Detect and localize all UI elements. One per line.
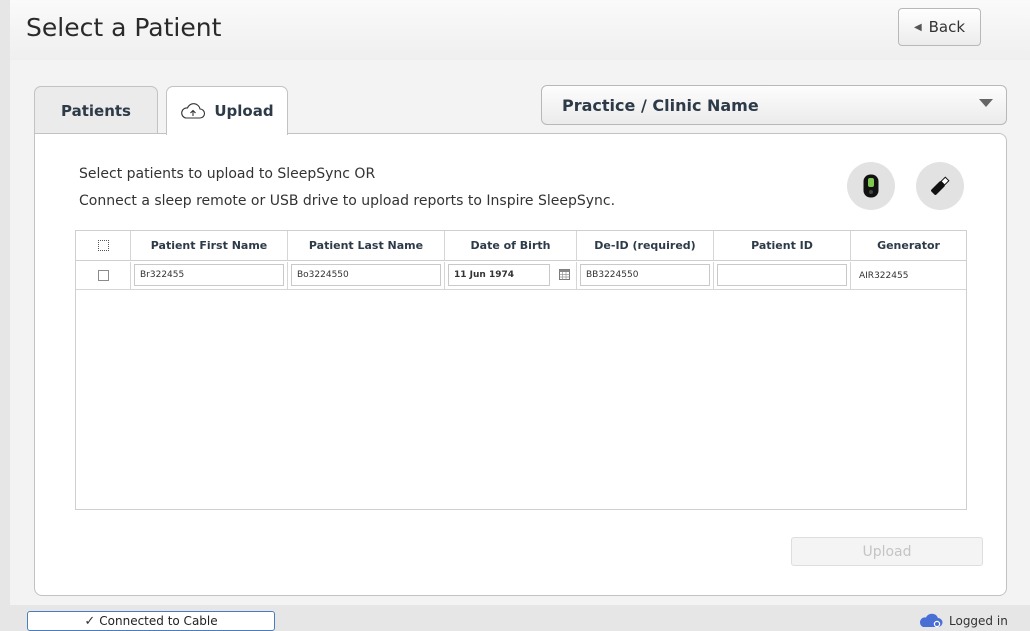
dob-field[interactable]: 11 Jun 1974 xyxy=(448,264,550,286)
status-bar: ✓ Connected to Cable Logged in xyxy=(0,605,1030,631)
cloud-upload-icon xyxy=(180,102,206,120)
sleep-remote-icon xyxy=(863,174,879,198)
connection-status: ✓ Connected to Cable xyxy=(27,611,275,631)
table-row: Br322455 Bo3224550 11 Jun 1974 BB3224550 xyxy=(76,262,966,290)
column-header[interactable]: Patient Last Name xyxy=(288,231,445,260)
column-header[interactable]: Date of Birth xyxy=(445,231,577,260)
tab-upload-label: Upload xyxy=(214,102,274,120)
practice-clinic-select[interactable]: Practice / Clinic Name xyxy=(541,85,1007,125)
generator-value: AIR322455 xyxy=(859,271,909,281)
back-arrow-icon: ◀ xyxy=(913,21,922,33)
first-name-field[interactable]: Br322455 xyxy=(134,264,284,286)
column-header[interactable]: Patient ID xyxy=(714,231,851,260)
deid-field[interactable]: BB3224550 xyxy=(580,264,710,286)
cloud-icon xyxy=(919,613,943,628)
login-status-label: Logged in xyxy=(949,613,1008,628)
select-all-cell xyxy=(76,231,131,260)
upload-panel: Select patients to upload to SleepSync O… xyxy=(34,133,1007,596)
calendar-icon[interactable] xyxy=(559,269,570,283)
tab-upload[interactable]: Upload xyxy=(166,86,288,135)
column-header[interactable]: Patient First Name xyxy=(131,231,288,260)
usb-drive-icon xyxy=(931,176,950,195)
sleep-remote-button[interactable] xyxy=(847,162,895,210)
table-header-row: Patient First Name Patient Last Name Dat… xyxy=(76,231,966,261)
back-button-label: Back xyxy=(928,18,966,36)
usb-drive-button[interactable] xyxy=(916,162,964,210)
column-header[interactable]: De-ID (required) xyxy=(577,231,714,260)
instruction-line-1: Select patients to upload to SleepSync O… xyxy=(79,166,376,182)
first-name-cell: Br322455 xyxy=(131,262,288,289)
connection-status-label: Connected to Cable xyxy=(99,614,218,628)
last-name-field[interactable]: Bo3224550 xyxy=(291,264,441,286)
deid-cell: BB3224550 xyxy=(577,262,714,289)
back-button[interactable]: ◀ Back xyxy=(898,8,981,46)
patient-table: Patient First Name Patient Last Name Dat… xyxy=(75,230,967,510)
login-status: Logged in xyxy=(918,613,1008,628)
chevron-down-icon xyxy=(979,99,993,107)
checkmark-icon: ✓ xyxy=(84,613,96,629)
upload-button[interactable]: Upload xyxy=(791,537,983,566)
header-bar: Select a Patient ◀ Back xyxy=(10,0,1030,60)
page-title: Select a Patient xyxy=(26,13,222,42)
last-name-cell: Bo3224550 xyxy=(288,262,445,289)
row-select-cell xyxy=(76,262,131,289)
row-checkbox[interactable] xyxy=(97,270,109,281)
patient-id-cell xyxy=(714,262,851,289)
instruction-line-2: Connect a sleep remote or USB drive to u… xyxy=(79,193,616,209)
generator-cell: AIR322455 xyxy=(851,262,966,289)
patient-id-field[interactable] xyxy=(717,264,847,286)
tab-patients-label: Patients xyxy=(61,101,131,120)
practice-clinic-value: Practice / Clinic Name xyxy=(562,96,759,115)
tab-patients[interactable]: Patients xyxy=(34,86,158,134)
select-all-checkbox[interactable] xyxy=(97,240,109,251)
column-header[interactable]: Generator xyxy=(851,231,966,260)
dob-cell: 11 Jun 1974 xyxy=(445,262,577,289)
